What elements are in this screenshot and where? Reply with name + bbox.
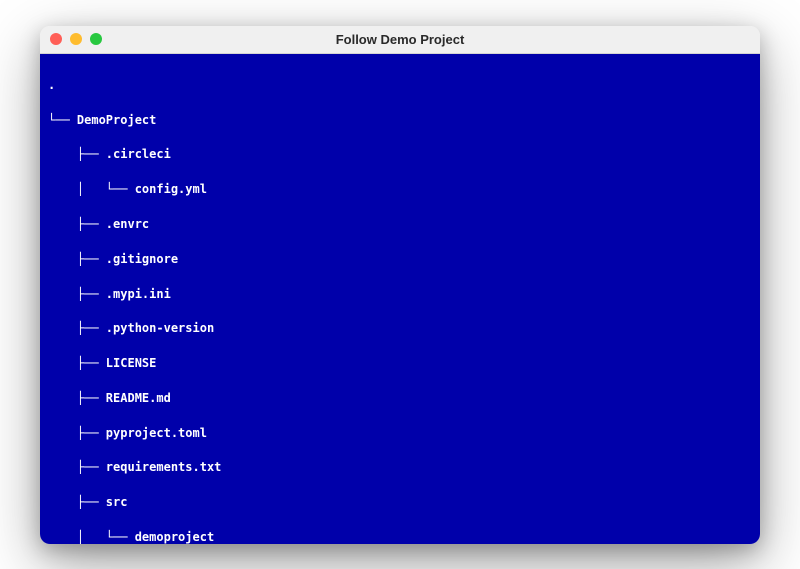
close-button[interactable] bbox=[50, 33, 62, 45]
tree-line: ├── README.md bbox=[48, 390, 752, 407]
tree-line: ├── .python-version bbox=[48, 320, 752, 337]
tree-line: │ └── demoproject bbox=[48, 529, 752, 543]
tree-line: ├── pyproject.toml bbox=[48, 425, 752, 442]
tree-line: ├── src bbox=[48, 494, 752, 511]
titlebar: Follow Demo Project bbox=[40, 26, 760, 54]
tree-line: ├── .mypi.ini bbox=[48, 286, 752, 303]
tree-line: ├── .envrc bbox=[48, 216, 752, 233]
tree-line: └── DemoProject bbox=[48, 112, 752, 129]
minimize-button[interactable] bbox=[70, 33, 82, 45]
window-title: Follow Demo Project bbox=[40, 32, 760, 47]
maximize-button[interactable] bbox=[90, 33, 102, 45]
terminal-body[interactable]: . └── DemoProject ├── .circleci │ └── co… bbox=[40, 54, 760, 544]
tree-line: │ └── config.yml bbox=[48, 181, 752, 198]
tree-line: . bbox=[48, 77, 752, 94]
terminal-window: Follow Demo Project . └── DemoProject ├─… bbox=[40, 26, 760, 544]
tree-line: ├── requirements.txt bbox=[48, 459, 752, 476]
tree-line: ├── .gitignore bbox=[48, 251, 752, 268]
traffic-lights bbox=[50, 33, 102, 45]
tree-line: ├── LICENSE bbox=[48, 355, 752, 372]
tree-line: ├── .circleci bbox=[48, 146, 752, 163]
